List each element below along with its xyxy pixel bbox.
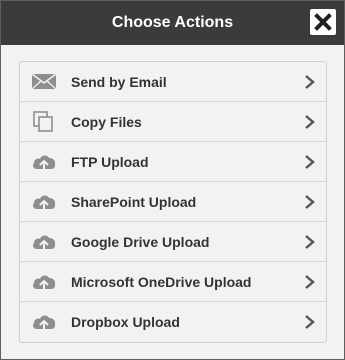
actions-list: Send by Email Copy Files FTP Upload Shar… — [19, 61, 327, 343]
action-dropbox-upload[interactable]: Dropbox Upload — [20, 302, 326, 342]
cloud-upload-icon — [31, 230, 57, 254]
email-icon — [31, 70, 57, 94]
action-sharepoint-upload[interactable]: SharePoint Upload — [20, 182, 326, 222]
dialog-title: Choose Actions — [111, 14, 234, 31]
chevron-right-icon — [304, 114, 316, 130]
action-label: SharePoint Upload — [71, 194, 197, 210]
action-label: FTP Upload — [71, 154, 149, 170]
chevron-right-icon — [304, 154, 316, 170]
cloud-upload-icon — [31, 270, 57, 294]
dialog-header: Choose Actions — [1, 1, 344, 45]
cloud-upload-icon — [31, 190, 57, 214]
chevron-right-icon — [304, 74, 316, 90]
chevron-right-icon — [304, 274, 316, 290]
close-icon — [314, 13, 332, 31]
chevron-right-icon — [304, 234, 316, 250]
chevron-right-icon — [304, 194, 316, 210]
action-google-drive-upload[interactable]: Google Drive Upload — [20, 222, 326, 262]
action-copy-files[interactable]: Copy Files — [20, 102, 326, 142]
action-microsoft-onedrive-upload[interactable]: Microsoft OneDrive Upload — [20, 262, 326, 302]
action-label: Google Drive Upload — [71, 234, 210, 250]
action-label: Dropbox Upload — [71, 314, 180, 330]
action-label: Microsoft OneDrive Upload — [71, 274, 252, 290]
cloud-upload-icon — [31, 150, 57, 174]
close-button[interactable] — [310, 9, 336, 35]
action-label: Copy Files — [71, 114, 142, 130]
cloud-upload-icon — [31, 310, 57, 334]
chevron-right-icon — [304, 314, 316, 330]
choose-actions-dialog: Choose Actions Send by Email Copy Files … — [0, 0, 345, 360]
copy-icon — [31, 110, 57, 134]
action-send-by-email[interactable]: Send by Email — [20, 62, 326, 102]
action-label: Send by Email — [71, 74, 167, 90]
action-ftp-upload[interactable]: FTP Upload — [20, 142, 326, 182]
